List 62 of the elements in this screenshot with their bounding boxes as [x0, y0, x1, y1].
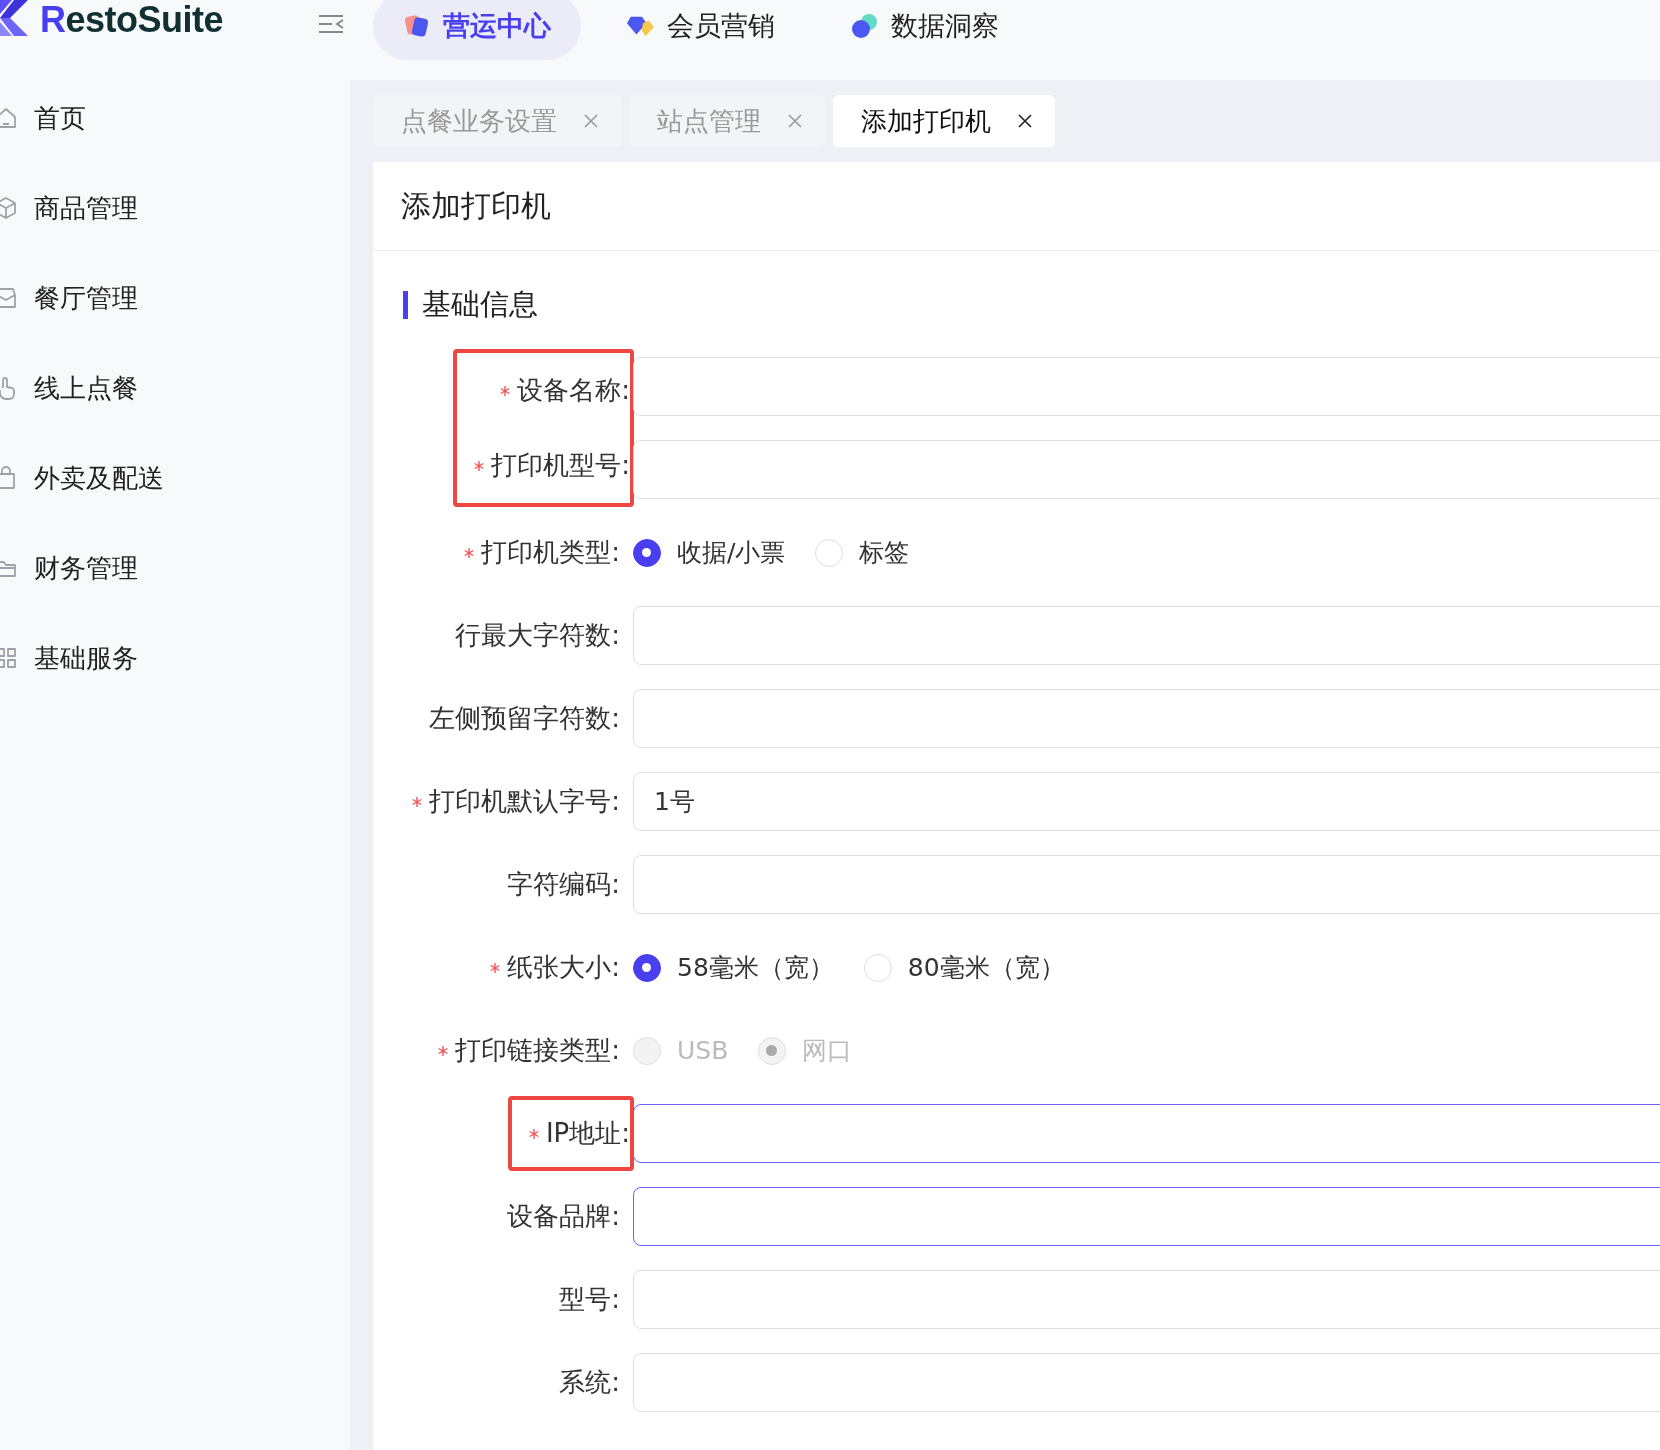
- sidebar-label: 首页: [34, 101, 86, 135]
- field-label: 打印机默认字号:: [429, 785, 620, 818]
- top-nav-tab[interactable]: 数据洞察: [821, 0, 1029, 60]
- required-asterisk-icon: [411, 795, 424, 808]
- page-tab[interactable]: 添加打印机: [833, 95, 1055, 147]
- sidebar-item[interactable]: 商品管理: [0, 163, 350, 253]
- text-field[interactable]: 1号: [633, 772, 1660, 831]
- grid-icon: [0, 646, 18, 670]
- page-title: 添加打印机: [373, 162, 1660, 251]
- sidebar-label: 财务管理: [34, 551, 138, 585]
- cube-icon: [0, 196, 18, 220]
- sidebar-label: 餐厅管理: [34, 281, 138, 315]
- required-asterisk-icon: [463, 546, 476, 559]
- bag-icon: [0, 466, 18, 490]
- field-label: 行最大字符数:: [455, 619, 620, 652]
- required-asterisk-icon: [473, 459, 486, 472]
- field-label: 设备名称:: [517, 374, 630, 407]
- field-label: 打印机类型:: [481, 536, 620, 569]
- text-field[interactable]: [633, 1187, 1660, 1246]
- sidebar-item[interactable]: 线上点餐: [0, 343, 350, 433]
- field-label: 打印机型号:: [491, 449, 630, 482]
- field-label: 型号:: [559, 1283, 620, 1316]
- home-icon: [0, 106, 18, 130]
- hand-icon: [0, 376, 18, 400]
- field-label: 打印链接类型:: [455, 1034, 620, 1067]
- radio-label[interactable]: 收据/小票: [677, 536, 786, 569]
- sidebar-label: 商品管理: [34, 191, 138, 225]
- required-asterisk-icon: [499, 384, 512, 397]
- field-label: 设备品牌:: [507, 1200, 620, 1233]
- shop-icon: [0, 286, 18, 310]
- field-label: 系统:: [559, 1366, 620, 1399]
- radio-label[interactable]: 标签: [859, 536, 910, 569]
- radio-label[interactable]: 58毫米（宽）: [677, 951, 834, 984]
- field-label: 纸张大小:: [507, 951, 620, 984]
- radio-label[interactable]: 80毫米（宽）: [907, 951, 1065, 984]
- sidebar-item[interactable]: 外卖及配送: [0, 433, 350, 523]
- required-asterisk-icon: [489, 961, 502, 974]
- top-nav-tab[interactable]: 营运中心: [373, 0, 581, 60]
- radio-button[interactable]: [633, 538, 661, 567]
- menu-icon[interactable]: [318, 14, 344, 34]
- text-field[interactable]: [633, 1104, 1660, 1163]
- radio-button[interactable]: [633, 953, 661, 982]
- required-asterisk-icon: [527, 1127, 540, 1140]
- section-bar: [403, 291, 408, 319]
- top-nav-tab[interactable]: 会员营销: [597, 0, 805, 60]
- sidebar-item[interactable]: 餐厅管理: [0, 253, 350, 343]
- logo-icon: [0, 0, 28, 36]
- circles-icon: [851, 13, 879, 39]
- required-asterisk-icon: [437, 1044, 450, 1057]
- sidebar-item[interactable]: 财务管理: [0, 523, 350, 613]
- cards-icon: [403, 13, 431, 39]
- sidebar-label: 外卖及配送: [34, 461, 164, 495]
- section-title: 基础信息: [422, 286, 538, 323]
- brand-name: RestoSuite: [40, 0, 224, 41]
- sidebar-label: 线上点餐: [34, 371, 138, 405]
- field-label: IP地址:: [545, 1117, 630, 1150]
- close-icon[interactable]: [1017, 113, 1033, 129]
- sidebar-label: 基础服务: [34, 641, 138, 675]
- field-label: 左侧预留字符数:: [429, 702, 620, 735]
- sidebar-item[interactable]: 基础服务: [0, 613, 350, 703]
- field-label: 字符编码:: [507, 868, 620, 901]
- sidebar-item[interactable]: 首页: [0, 73, 350, 163]
